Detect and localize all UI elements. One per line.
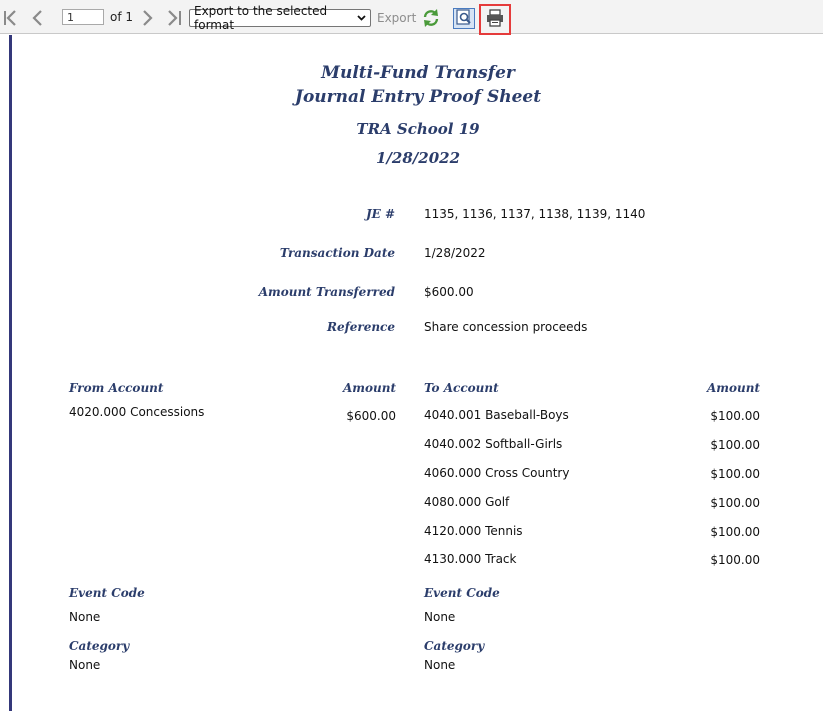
next-page-icon[interactable] bbox=[140, 9, 154, 27]
je-value: 1135, 1136, 1137, 1138, 1139, 1140 bbox=[424, 207, 646, 221]
to-amount-header: Amount bbox=[706, 381, 760, 395]
from-amount-header: Amount bbox=[342, 381, 396, 395]
to-account-row: 4120.000 Tennis bbox=[424, 524, 523, 538]
transaction-date-value: 1/28/2022 bbox=[424, 246, 486, 260]
chevron-down-icon bbox=[356, 12, 367, 23]
to-category-label: Category bbox=[424, 639, 485, 653]
report-date: 1/28/2022 bbox=[375, 149, 461, 167]
export-format-select[interactable]: Export to the selected format bbox=[189, 4, 371, 32]
page-number-input[interactable] bbox=[62, 9, 104, 25]
page-count-label: of 1 bbox=[110, 10, 134, 24]
to-event-code-label: Event Code bbox=[424, 586, 500, 600]
report-viewer-toolbar: of 1 Export to the selected format Expor… bbox=[0, 0, 823, 35]
zoom-page-icon bbox=[456, 8, 472, 29]
previous-page-icon[interactable] bbox=[31, 9, 45, 27]
printer-icon[interactable] bbox=[486, 9, 504, 27]
report-left-border bbox=[9, 35, 12, 711]
school-name: TRA School 19 bbox=[356, 120, 480, 138]
to-account-amount: $100.00 bbox=[710, 467, 760, 481]
to-account-row: 4060.000 Cross Country bbox=[424, 466, 570, 480]
to-account-row: 4080.000 Golf bbox=[424, 495, 510, 509]
from-event-code-value: None bbox=[69, 610, 101, 624]
from-account-name: 4020.000 Concessions bbox=[69, 405, 205, 419]
to-event-code-value: None bbox=[424, 610, 456, 624]
from-category-value: None bbox=[69, 658, 101, 672]
reference-value: Share concession proceeds bbox=[424, 320, 588, 334]
to-account-row: 4130.000 Track bbox=[424, 552, 517, 566]
amount-transferred-value: $600.00 bbox=[424, 285, 474, 299]
first-page-icon[interactable] bbox=[2, 9, 18, 27]
to-account-header: To Account bbox=[424, 381, 499, 395]
to-account-row: 4040.001 Baseball-Boys bbox=[424, 408, 569, 422]
from-event-code-label: Event Code bbox=[69, 586, 145, 600]
to-account-amount: $100.00 bbox=[710, 438, 760, 452]
from-category-label: Category bbox=[69, 639, 130, 653]
from-account-amount: $600.00 bbox=[346, 409, 396, 423]
report-title: Multi-Fund Transfer bbox=[321, 63, 515, 83]
zoom-button[interactable] bbox=[453, 8, 475, 29]
refresh-icon[interactable] bbox=[421, 8, 441, 28]
report-subtitle: Journal Entry Proof Sheet bbox=[294, 87, 542, 107]
transaction-date-label: Transaction Date bbox=[279, 246, 395, 260]
to-account-amount: $100.00 bbox=[710, 553, 760, 567]
to-account-row: 4040.002 Softball-Girls bbox=[424, 437, 563, 451]
export-button[interactable]: Export bbox=[377, 11, 416, 25]
reference-label: Reference bbox=[326, 320, 395, 334]
to-account-amount: $100.00 bbox=[710, 409, 760, 423]
je-label: JE # bbox=[365, 207, 395, 221]
from-account-header: From Account bbox=[69, 381, 164, 395]
last-page-icon[interactable] bbox=[166, 9, 184, 27]
amount-transferred-label: Amount Transferred bbox=[258, 285, 395, 299]
export-format-value: Export to the selected format bbox=[194, 4, 328, 32]
to-account-amount: $100.00 bbox=[710, 525, 760, 539]
to-category-value: None bbox=[424, 658, 456, 672]
to-account-amount: $100.00 bbox=[710, 496, 760, 510]
